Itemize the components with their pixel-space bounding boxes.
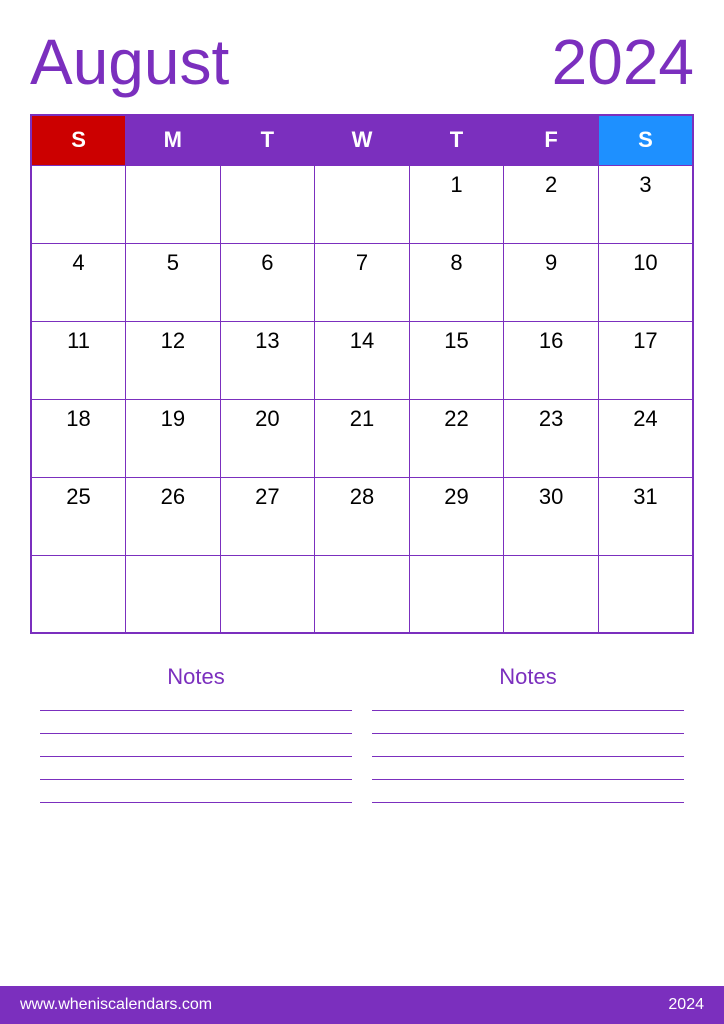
calendar-day — [504, 555, 599, 633]
calendar-body: 1234567891011121314151617181920212223242… — [31, 165, 693, 633]
page: August 2024 S M T W T F S 12345678910111… — [0, 0, 724, 1024]
footer: www.wheniscalendars.com 2024 — [0, 986, 724, 1024]
note-line-r2 — [372, 733, 684, 734]
calendar-day: 21 — [315, 399, 410, 477]
calendar-day — [31, 165, 126, 243]
header: August 2024 — [30, 30, 694, 94]
note-line-l4 — [40, 779, 352, 780]
footer-year: 2024 — [668, 996, 704, 1014]
calendar-day — [220, 555, 315, 633]
calendar-day: 11 — [31, 321, 126, 399]
calendar-day: 9 — [504, 243, 599, 321]
col-header-tuesday: T — [220, 115, 315, 165]
calendar-day: 2 — [504, 165, 599, 243]
calendar-day: 20 — [220, 399, 315, 477]
calendar-day — [409, 555, 504, 633]
year-title: 2024 — [552, 30, 694, 94]
notes-section: Notes Notes — [30, 664, 694, 966]
calendar-day: 3 — [598, 165, 693, 243]
col-header-monday: M — [126, 115, 221, 165]
calendar-day — [220, 165, 315, 243]
calendar-day: 25 — [31, 477, 126, 555]
calendar-day: 15 — [409, 321, 504, 399]
calendar-day: 23 — [504, 399, 599, 477]
notes-left-label: Notes — [40, 664, 352, 690]
calendar-day: 6 — [220, 243, 315, 321]
calendar-day: 7 — [315, 243, 410, 321]
col-header-wednesday: W — [315, 115, 410, 165]
calendar-header-row: S M T W T F S — [31, 115, 693, 165]
footer-url: www.wheniscalendars.com — [20, 996, 212, 1014]
note-line-l2 — [40, 733, 352, 734]
notes-left: Notes — [40, 664, 352, 966]
calendar-day: 22 — [409, 399, 504, 477]
note-line-r5 — [372, 802, 684, 803]
calendar-day: 12 — [126, 321, 221, 399]
calendar-day: 27 — [220, 477, 315, 555]
calendar-day: 13 — [220, 321, 315, 399]
calendar-day: 29 — [409, 477, 504, 555]
month-title: August — [30, 30, 229, 94]
calendar-week-3: 18192021222324 — [31, 399, 693, 477]
calendar-day: 10 — [598, 243, 693, 321]
note-line-l5 — [40, 802, 352, 803]
calendar-day: 18 — [31, 399, 126, 477]
note-line-r4 — [372, 779, 684, 780]
calendar-day: 16 — [504, 321, 599, 399]
calendar-day: 1 — [409, 165, 504, 243]
calendar-day — [126, 555, 221, 633]
calendar-day: 8 — [409, 243, 504, 321]
note-line-r1 — [372, 710, 684, 711]
calendar-day: 19 — [126, 399, 221, 477]
col-header-friday: F — [504, 115, 599, 165]
calendar-day: 4 — [31, 243, 126, 321]
calendar-week-2: 11121314151617 — [31, 321, 693, 399]
note-line-l3 — [40, 756, 352, 757]
calendar-day — [598, 555, 693, 633]
calendar-day — [315, 555, 410, 633]
calendar-day: 28 — [315, 477, 410, 555]
calendar-day: 14 — [315, 321, 410, 399]
notes-right: Notes — [372, 664, 684, 966]
col-header-saturday: S — [598, 115, 693, 165]
calendar-week-0: 123 — [31, 165, 693, 243]
calendar-table: S M T W T F S 12345678910111213141516171… — [30, 114, 694, 634]
calendar-day — [31, 555, 126, 633]
calendar-week-4: 25262728293031 — [31, 477, 693, 555]
note-line-r3 — [372, 756, 684, 757]
notes-right-label: Notes — [372, 664, 684, 690]
calendar-day — [315, 165, 410, 243]
calendar-day: 24 — [598, 399, 693, 477]
calendar-day: 30 — [504, 477, 599, 555]
calendar-day: 26 — [126, 477, 221, 555]
calendar-day: 17 — [598, 321, 693, 399]
calendar-week-1: 45678910 — [31, 243, 693, 321]
calendar-day — [126, 165, 221, 243]
calendar-day: 5 — [126, 243, 221, 321]
col-header-thursday: T — [409, 115, 504, 165]
col-header-sunday: S — [31, 115, 126, 165]
note-line-l1 — [40, 710, 352, 711]
calendar-day: 31 — [598, 477, 693, 555]
calendar-week-5 — [31, 555, 693, 633]
